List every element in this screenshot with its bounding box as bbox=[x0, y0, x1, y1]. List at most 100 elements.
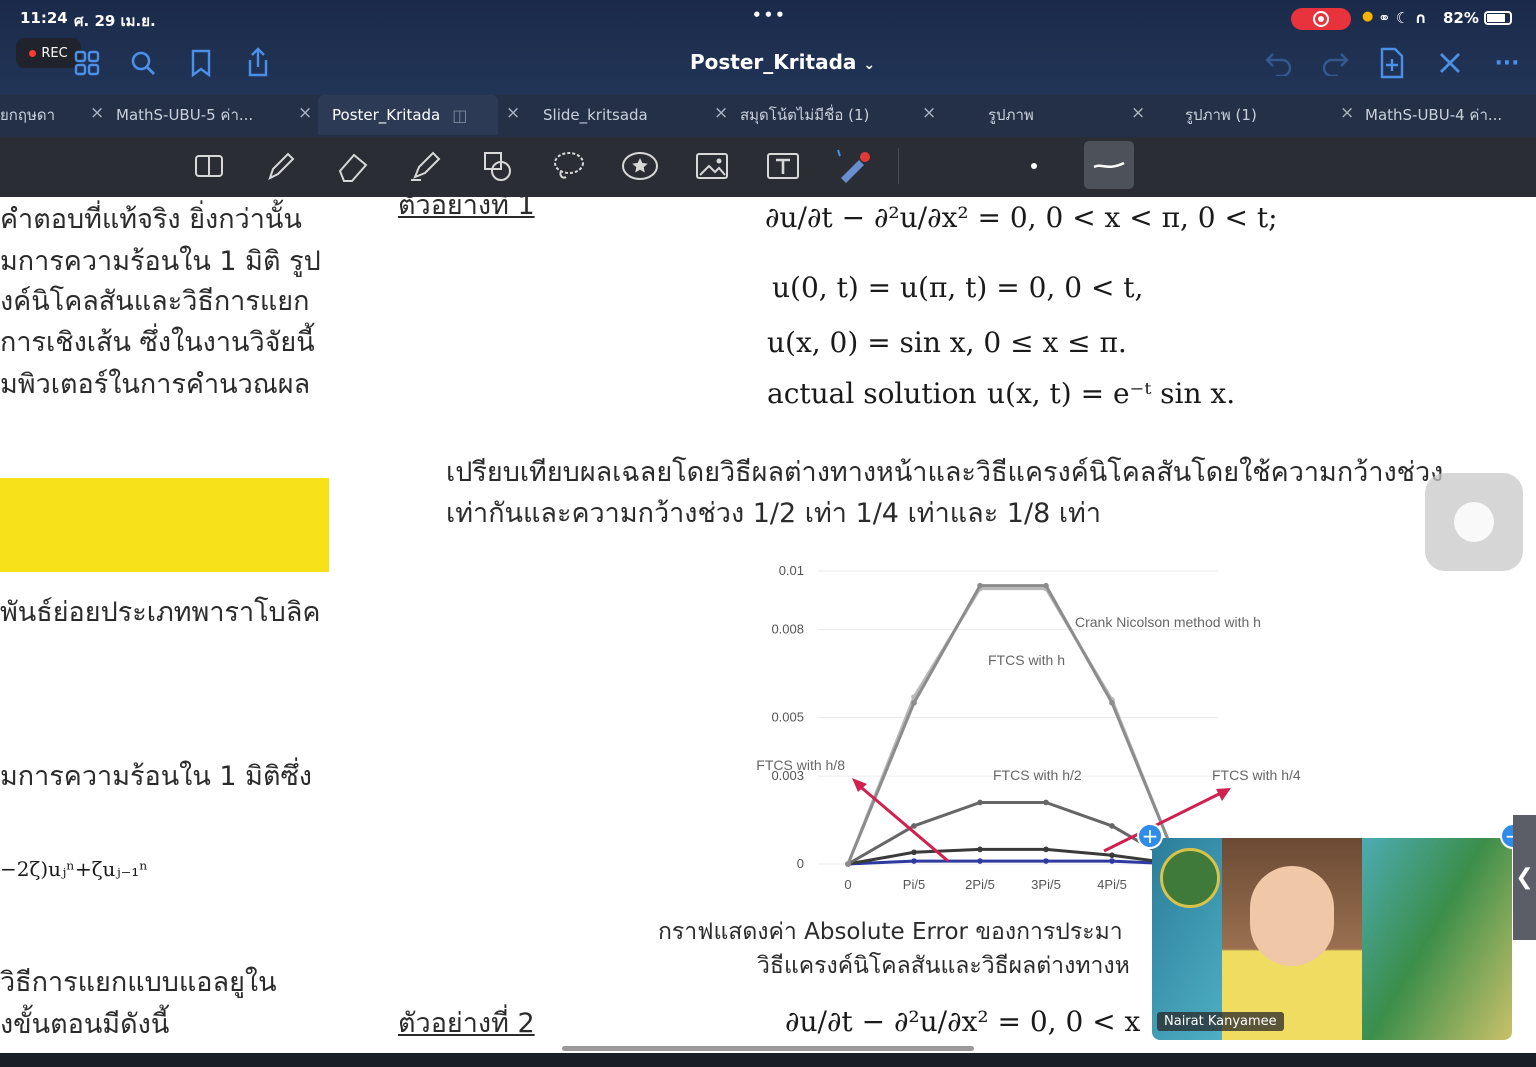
rec-label: REC bbox=[41, 45, 68, 61]
left-text-line: วิธีการแยกแบบแอลยูใน bbox=[0, 967, 277, 998]
sticker-tool-icon[interactable] bbox=[619, 146, 661, 186]
text-tool-icon[interactable] bbox=[762, 146, 804, 186]
x-tick-label: 4Pi/5 bbox=[1097, 877, 1127, 892]
series-point bbox=[977, 582, 983, 589]
shape-tool-icon[interactable] bbox=[476, 146, 518, 186]
series-point bbox=[1109, 852, 1115, 859]
y-tick-label: 0 bbox=[797, 856, 804, 871]
image-tool-icon[interactable] bbox=[691, 146, 733, 186]
paragraph-line: เปรียบเทียบผลเฉลยโดยวิธีผลต่างทางหน้าและ… bbox=[446, 457, 1444, 488]
add-page-icon[interactable] bbox=[1375, 44, 1409, 82]
bookmark-icon[interactable] bbox=[184, 46, 218, 80]
tab-label: รูปภาพ bbox=[988, 106, 1034, 124]
video-call-overlay[interactable] bbox=[1152, 838, 1512, 1040]
close-tab-icon[interactable]: × bbox=[1131, 103, 1145, 123]
document-title-text: Poster_Kritada bbox=[690, 50, 857, 74]
series-point bbox=[1109, 858, 1115, 864]
yellow-highlight-block bbox=[0, 478, 329, 572]
pen-tool-icon[interactable] bbox=[260, 146, 302, 186]
series-point bbox=[1043, 582, 1049, 589]
highlighter-tool-icon[interactable] bbox=[404, 146, 446, 186]
more-options-icon[interactable]: ··· bbox=[1490, 46, 1524, 80]
y-tick-label: 0.005 bbox=[771, 710, 804, 725]
example-2-equation: ∂u/∂t − ∂²u/∂x² = 0, 0 < x < 2, bbox=[785, 1005, 1209, 1038]
series-point bbox=[911, 849, 917, 856]
tab-label: สมุดโน้ตไม่มีชื่อ (1) bbox=[740, 106, 870, 124]
left-text-line: การเชิงเส้น ซึ่งในงานวิจัยนี้ bbox=[0, 327, 315, 358]
side-panel-handle-icon[interactable]: ❮ bbox=[1513, 815, 1536, 940]
series-label: FTCS with h/4 bbox=[1212, 767, 1301, 783]
x-tick-label: 3Pi/5 bbox=[1031, 877, 1061, 892]
tab-1[interactable]: MathS-UBU-5 ค่า... bbox=[116, 95, 253, 135]
chart-caption: วิธีแครงค์นิโคลสันและวิธีผลต่างทางห bbox=[757, 953, 1130, 979]
tab-label: Slide_kritsada bbox=[543, 106, 648, 124]
close-tab-icon[interactable]: × bbox=[922, 103, 936, 123]
lasso-tool-icon[interactable] bbox=[548, 146, 590, 186]
assistive-touch-icon bbox=[1454, 502, 1494, 542]
participant-name: Nairat Kanyamee bbox=[1157, 1012, 1284, 1031]
tab-7[interactable]: MathS-UBU-4 ค่า... bbox=[1365, 95, 1502, 135]
split-view-icon[interactable]: ◫ bbox=[452, 106, 467, 125]
close-tab-icon[interactable]: × bbox=[1340, 103, 1354, 123]
tab-2[interactable]: Poster_Kritada ◫ bbox=[318, 95, 498, 135]
close-tab-icon[interactable]: × bbox=[506, 103, 520, 123]
y-tick-label: 0.01 bbox=[779, 563, 804, 578]
rec-dot-icon bbox=[29, 49, 37, 57]
bottom-bar bbox=[0, 1053, 1536, 1067]
share-icon[interactable] bbox=[241, 44, 275, 80]
chevron-down-icon: ⌄ bbox=[863, 57, 876, 73]
tab-label: Poster_Kritada bbox=[332, 106, 441, 124]
close-icon[interactable] bbox=[1433, 46, 1467, 80]
tab-3[interactable]: Slide_kritsada bbox=[543, 95, 648, 135]
series-point bbox=[977, 799, 983, 806]
toolbar-divider bbox=[898, 148, 899, 184]
close-tab-icon[interactable]: × bbox=[298, 103, 312, 123]
horizontal-scrollbar[interactable] bbox=[562, 1046, 974, 1051]
tab-4[interactable]: สมุดโน้ตไม่มีชื่อ (1) bbox=[740, 95, 869, 135]
status-date: ศ. 29 เม.ย. bbox=[74, 12, 156, 30]
arrow-h8 bbox=[855, 781, 949, 863]
laser-pointer-icon[interactable] bbox=[834, 146, 876, 186]
tab-5[interactable]: รูปภาพ bbox=[988, 95, 1034, 135]
stroke-style-icon[interactable] bbox=[1084, 141, 1134, 189]
series-point bbox=[1043, 799, 1049, 806]
record-icon bbox=[1313, 11, 1329, 27]
close-tab-icon[interactable]: × bbox=[714, 103, 728, 123]
video-background-logo bbox=[1160, 848, 1220, 908]
eraser-tool-icon[interactable] bbox=[332, 146, 374, 186]
series-point bbox=[845, 861, 851, 867]
left-text-line: มการความร้อนใน 1 มิติซึ่ง bbox=[0, 761, 312, 792]
close-tab-icon[interactable]: × bbox=[90, 103, 104, 123]
series-point bbox=[1043, 846, 1049, 853]
left-text-line: งขั้นตอนมีดังนี้ bbox=[0, 1009, 170, 1040]
boundary-condition: u(0, t) = u(π, t) = 0, 0 < t, bbox=[772, 271, 1144, 304]
redo-icon[interactable] bbox=[1318, 46, 1352, 80]
x-tick-label: 0 bbox=[844, 877, 851, 892]
chart-caption: กราฟแสดงค่า Absolute Error ของการประมา bbox=[658, 919, 1123, 945]
example-1-heading: ตัวอย่างที่ 1 bbox=[398, 197, 535, 221]
grid-view-icon[interactable] bbox=[70, 46, 104, 80]
initial-condition: u(x, 0) = sin x, 0 ≤ x ≤ π. bbox=[767, 326, 1127, 359]
pde-equation: ∂u/∂t − ∂²u/∂x² = 0, 0 < x < π, 0 < t; bbox=[765, 201, 1278, 234]
tab-0[interactable]: ยกฤษดา bbox=[0, 95, 55, 135]
tab-label: รูปภาพ (1) bbox=[1185, 106, 1257, 124]
y-tick-label: 0.008 bbox=[771, 622, 804, 637]
series-label: FTCS with h/2 bbox=[993, 767, 1082, 783]
tab-label: ยกฤษดา bbox=[0, 106, 56, 124]
document-title[interactable]: Poster_Kritada ⌄ bbox=[690, 50, 875, 74]
series-label: FTCS with h/8 bbox=[756, 757, 845, 773]
expand-video-icon[interactable]: + bbox=[1137, 823, 1163, 849]
battery-icon bbox=[1484, 11, 1512, 25]
participant-face bbox=[1250, 866, 1334, 966]
left-text-line: คำตอบที่แท้จริง ยิ่งกว่านั้น bbox=[0, 204, 302, 235]
tab-label: MathS-UBU-5 ค่า... bbox=[116, 106, 254, 124]
tab-6[interactable]: รูปภาพ (1) bbox=[1185, 95, 1257, 135]
multitask-dots-icon[interactable]: ••• bbox=[752, 6, 787, 24]
screen-record-indicator[interactable] bbox=[1291, 8, 1351, 30]
search-icon[interactable] bbox=[126, 46, 160, 80]
undo-icon[interactable] bbox=[1262, 46, 1296, 80]
left-text-line: มการความร้อนใน 1 มิติ รูป bbox=[0, 246, 321, 277]
assistive-touch-button[interactable] bbox=[1425, 473, 1523, 571]
stroke-width-dot-icon[interactable] bbox=[1013, 146, 1055, 186]
read-only-icon[interactable] bbox=[188, 146, 230, 186]
